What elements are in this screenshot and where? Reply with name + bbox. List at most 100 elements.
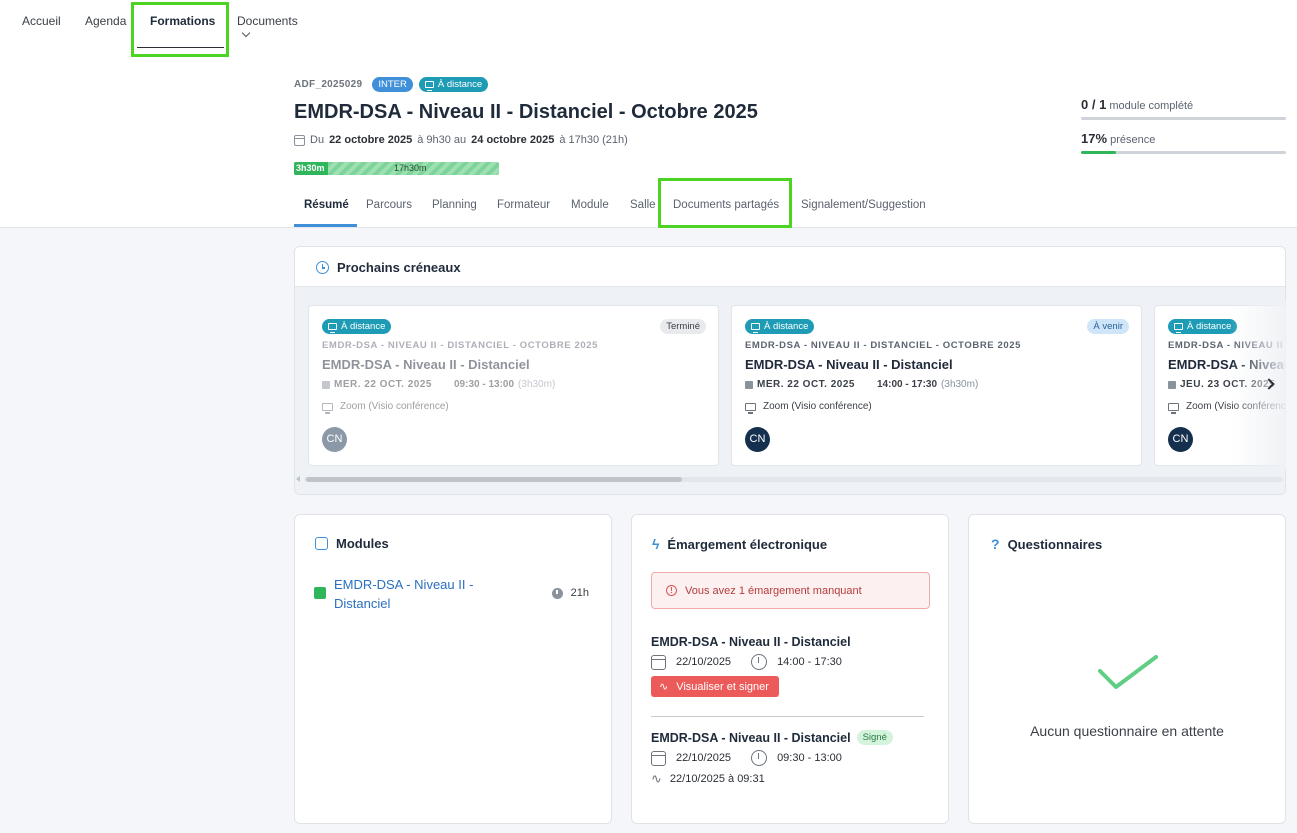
signature-icon: ϟ xyxy=(652,536,660,552)
clock-icon xyxy=(551,587,563,599)
monitor-icon xyxy=(751,323,760,333)
slot-card[interactable]: À distance Terminé EMDR-DSA - NIVEAU II … xyxy=(308,305,719,466)
session-signed-at: ∿ 22/10/2025 à 09:31 xyxy=(651,771,930,787)
dates-at2: à 17h30 (21h) xyxy=(559,134,628,146)
session-title-row: EMDR-DSA - Niveau II - Distanciel Signé xyxy=(651,730,930,745)
slot-mode-badge: À distance xyxy=(745,319,815,334)
trainer-avatar: CN xyxy=(745,427,770,452)
hours-progress-bar: 3h30m 17h30m xyxy=(294,162,499,175)
clock-icon xyxy=(751,750,768,766)
presence-progress-fill xyxy=(1081,151,1116,154)
nav-formations[interactable]: Formations xyxy=(150,14,215,28)
scrollbar-thumb[interactable] xyxy=(306,477,682,482)
tab-resume[interactable]: Résumé xyxy=(304,199,349,211)
training-code: ADF_2025029 xyxy=(294,79,363,90)
session-datetime: 22/10/2025 14:00 - 17:30 xyxy=(651,654,930,670)
slot-training-name: EMDR-DSA - NIVEAU II - DISTANCIEL - OCTO… xyxy=(745,340,1022,351)
calendar-icon xyxy=(651,750,666,766)
hours-done: 3h30m xyxy=(294,162,329,175)
session-title: EMDR-DSA - Niveau II - Distanciel xyxy=(651,635,851,649)
slot-title: EMDR-DSA - Niveau II - Distanciel xyxy=(745,357,953,372)
session-date: 22/10/2025 xyxy=(676,656,732,668)
start-date: 22 octobre 2025 xyxy=(329,134,413,146)
scroll-left-arrow-icon[interactable] xyxy=(296,476,300,482)
tab-parcours[interactable]: Parcours xyxy=(366,199,412,211)
monitor-icon xyxy=(424,81,434,91)
nav-accueil[interactable]: Accueil xyxy=(22,14,61,28)
slot-date-row: MER. 22 OCT. 2025 09:30 - 13:00 (3h30m) xyxy=(322,379,555,390)
nav-agenda[interactable]: Agenda xyxy=(85,14,126,28)
emargement-title: ϟ Émargement électronique xyxy=(652,536,827,552)
tab-salle[interactable]: Salle xyxy=(630,199,656,211)
session-time: 09:30 - 13:00 xyxy=(777,752,842,764)
session-date: 22/10/2025 xyxy=(676,752,732,764)
slot-card[interactable]: À distance À venir EMDR-DSA - NIVEAU II … xyxy=(731,305,1142,466)
slot-title: EMDR-DSA - Niveau II - Distanciel xyxy=(322,357,530,372)
slot-date: MER. 22 OCT. 2025 xyxy=(334,379,432,390)
slots-title-text: Prochains créneaux xyxy=(337,260,461,275)
alert-icon: ! xyxy=(666,585,677,596)
mode-badge-label: À distance xyxy=(437,79,483,90)
nav-documents-label: Documents xyxy=(237,14,298,28)
emargement-card: ϟ Émargement électronique ! Vous avez 1 … xyxy=(631,514,949,824)
monitor-icon xyxy=(745,402,756,414)
slots-header: Prochains créneaux xyxy=(295,247,1285,287)
module-duration-value: 21h xyxy=(570,587,589,599)
highlight-box-formations xyxy=(131,2,229,57)
presence-stat-value: 17% xyxy=(1081,131,1108,146)
emargement-title-text: Émargement électronique xyxy=(667,536,828,552)
calendar-icon xyxy=(294,134,305,146)
missing-signature-alert: ! Vous avez 1 émargement manquant xyxy=(651,572,930,609)
clock-icon xyxy=(316,261,329,274)
emargement-session: EMDR-DSA - Niveau II - Distanciel Signé … xyxy=(651,730,930,787)
slot-duration: (3h30m) xyxy=(941,379,979,390)
type-badge: INTER xyxy=(372,77,413,92)
tab-formateur[interactable]: Formateur xyxy=(497,199,550,211)
tab-signalement[interactable]: Signalement/Suggestion xyxy=(801,199,926,211)
session-title: EMDR-DSA - Niveau II - Distanciel xyxy=(651,730,851,745)
divider xyxy=(651,716,924,717)
carousel-scrollbar[interactable] xyxy=(294,474,1286,483)
slot-mode-badge: À distance xyxy=(322,319,392,334)
presence-stat: 17% présence xyxy=(1081,131,1286,154)
check-icon xyxy=(1098,655,1158,689)
modules-title-text: Modules xyxy=(336,536,389,551)
session-time: 14:00 - 17:30 xyxy=(777,656,842,668)
calendar-icon xyxy=(1168,380,1176,389)
slot-duration: (3h30m) xyxy=(518,379,556,390)
trainer-avatar: CN xyxy=(1168,427,1193,452)
monitor-icon xyxy=(1174,323,1183,333)
chevron-down-icon xyxy=(241,28,251,38)
calendar-icon xyxy=(745,380,753,389)
slot-mode-badge: À distance xyxy=(1168,319,1238,334)
modules-title: Modules xyxy=(315,536,389,551)
chevron-right-icon xyxy=(1263,378,1275,390)
view-and-sign-label: Visualiser et signer xyxy=(676,680,769,693)
modules-stat: 0 / 1 module complété xyxy=(1081,97,1286,120)
tab-planning[interactable]: Planning xyxy=(432,199,477,211)
calendar-icon xyxy=(322,380,330,389)
carousel-next-button[interactable] xyxy=(1259,374,1279,394)
modules-progress xyxy=(1081,117,1286,120)
signature-icon: ∿ xyxy=(659,681,669,693)
presence-progress xyxy=(1081,151,1286,154)
tab-active-underline xyxy=(294,224,357,227)
question-icon: ? xyxy=(991,536,1000,552)
slot-time: 09:30 - 13:00 xyxy=(454,379,515,390)
tab-module[interactable]: Module xyxy=(571,199,609,211)
clock-icon xyxy=(751,654,768,670)
calendar-icon xyxy=(651,654,666,670)
slot-room: Zoom (Visio conférence) xyxy=(322,401,449,414)
slot-room: Zoom (Visio conférence) xyxy=(745,401,872,414)
slots-carousel: À distance Terminé EMDR-DSA - NIVEAU II … xyxy=(295,287,1285,494)
upcoming-slots-card: Prochains créneaux À distance Terminé EM… xyxy=(294,246,1286,495)
nav-documents[interactable]: Documents xyxy=(237,14,298,42)
monitor-icon xyxy=(1168,402,1179,414)
view-and-sign-button[interactable]: ∿ Visualiser et signer xyxy=(651,676,779,697)
module-link[interactable]: EMDR-DSA - Niveau II - Distanciel xyxy=(334,575,494,613)
modules-card: Modules EMDR-DSA - Niveau II - Distancie… xyxy=(294,514,612,824)
dates-at1: à 9h30 au xyxy=(417,134,467,146)
tab-documents-partages[interactable]: Documents partagés xyxy=(673,199,779,211)
slots-title: Prochains créneaux xyxy=(316,260,461,275)
header: Accueil Agenda Formations Documents ADF_… xyxy=(0,0,1297,228)
